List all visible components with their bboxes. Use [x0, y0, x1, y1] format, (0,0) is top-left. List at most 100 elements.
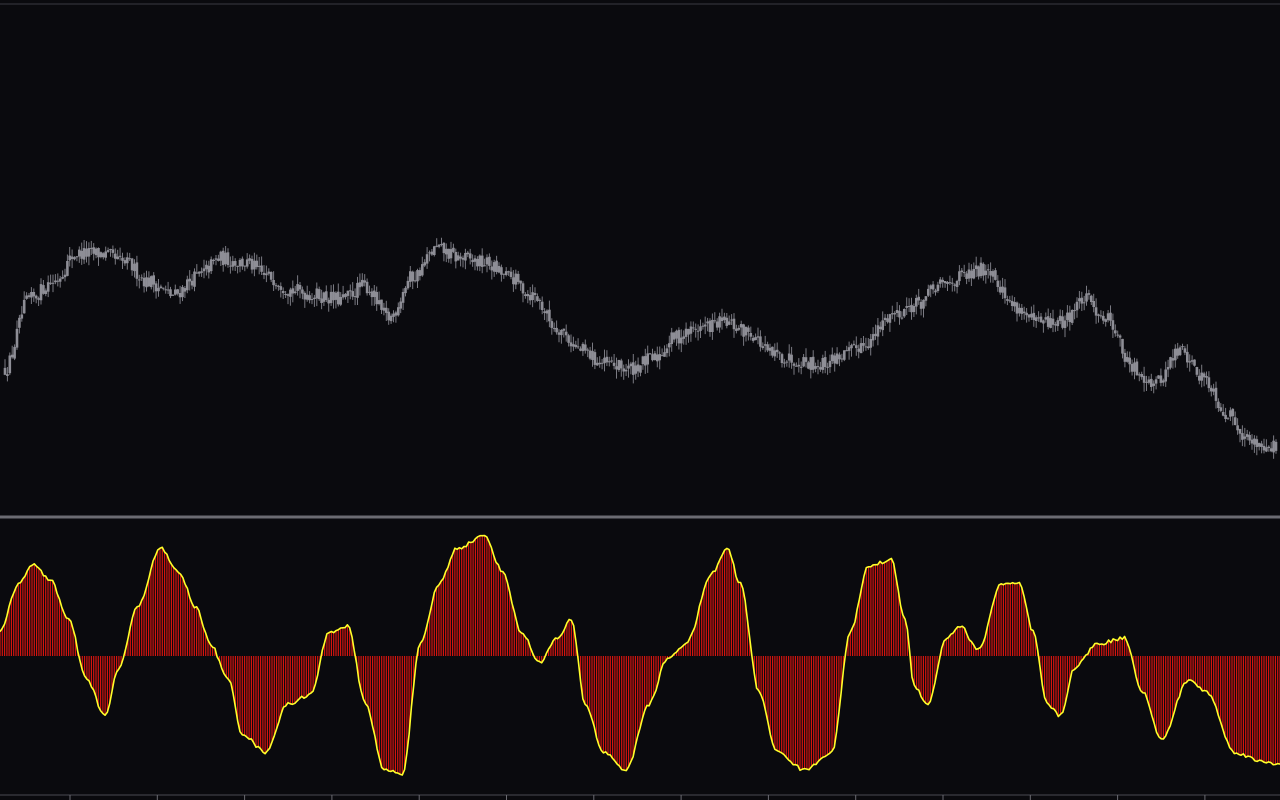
candle-body: [447, 248, 450, 259]
candle-body: [761, 346, 765, 348]
candle-body: [895, 310, 899, 313]
candle-body: [1257, 442, 1261, 447]
candle-body: [687, 329, 690, 335]
candle-body: [411, 271, 414, 282]
candle-body: [701, 325, 705, 327]
candle-body: [680, 337, 683, 344]
candle-body: [977, 266, 980, 277]
candle-body: [1073, 310, 1076, 312]
candle-body: [186, 279, 189, 291]
candle-body: [1032, 312, 1036, 320]
candle-body: [931, 284, 935, 290]
candle-body: [1241, 433, 1244, 440]
candle-body: [792, 363, 796, 366]
candle-body: [1037, 317, 1040, 319]
candle-body: [111, 249, 115, 253]
candle-body: [756, 336, 760, 338]
candle-body: [737, 327, 741, 330]
candle-body: [917, 296, 920, 301]
candle-body: [1013, 302, 1016, 307]
candle-body: [586, 349, 589, 351]
candle-body: [1066, 312, 1069, 321]
candle-body: [178, 293, 182, 298]
candle-body: [804, 357, 808, 362]
candle-body: [639, 365, 642, 373]
candle-body: [320, 298, 323, 303]
candle-body: [183, 288, 187, 292]
candle-body: [106, 250, 110, 252]
candle-body: [480, 255, 484, 267]
candle-body: [1210, 387, 1213, 392]
candle-body: [581, 343, 585, 352]
candle-body: [663, 352, 666, 357]
candle-body: [771, 346, 774, 356]
candle-body: [699, 326, 702, 331]
candle-body: [811, 356, 815, 370]
trading-chart-canvas[interactable]: [0, 0, 1280, 800]
candle-body: [946, 282, 949, 284]
candle-body: [1078, 298, 1081, 302]
candle-body: [1054, 324, 1057, 326]
candle-body: [922, 299, 925, 309]
candle-body: [850, 345, 853, 349]
candle-body: [1109, 312, 1112, 321]
candle-body: [116, 256, 119, 260]
candle-body: [452, 247, 455, 252]
candle-body: [265, 273, 268, 276]
candle-body: [600, 362, 604, 364]
candle-body: [1243, 436, 1247, 439]
candle-body: [126, 257, 129, 264]
candle-body: [1214, 387, 1218, 401]
candle-body: [831, 354, 834, 362]
candle-body: [1176, 348, 1179, 356]
candle-body: [1169, 357, 1172, 368]
candle-body: [514, 273, 518, 285]
candle-body: [133, 263, 136, 272]
candle-body: [744, 326, 748, 336]
candle-body: [958, 271, 961, 282]
candle-body: [778, 352, 781, 354]
candle-body: [871, 334, 875, 341]
candle-body: [1049, 318, 1052, 328]
candle-body: [63, 274, 67, 278]
candle-body: [1260, 443, 1263, 447]
candle-body: [1219, 407, 1223, 411]
candle-body: [821, 358, 825, 370]
candle-body: [176, 289, 179, 294]
candle-body: [766, 344, 769, 351]
candle-body: [509, 271, 513, 277]
candle-body: [507, 271, 510, 273]
candle-body: [195, 272, 199, 274]
candle-body: [310, 299, 314, 300]
candle-body: [1253, 438, 1256, 445]
candle-body: [790, 354, 793, 363]
candle-body: [241, 258, 244, 267]
candle-body: [1082, 302, 1086, 304]
candle-body: [888, 314, 892, 323]
candle-body: [466, 252, 470, 255]
candle-body: [68, 255, 71, 261]
candle-body: [845, 350, 848, 352]
candle-body: [51, 282, 55, 284]
candle-body: [1130, 363, 1134, 372]
candle-body: [1123, 352, 1127, 362]
candle-body: [1226, 417, 1230, 419]
candle-body: [32, 292, 36, 297]
candle-body: [1183, 348, 1187, 353]
candle-body: [1092, 301, 1095, 307]
candle-body: [1152, 383, 1155, 386]
candle-body: [181, 286, 184, 298]
candle-body: [473, 258, 477, 262]
candle-body: [512, 277, 515, 285]
candle-body: [1063, 320, 1067, 328]
candle-body: [538, 299, 542, 301]
candle-body: [579, 348, 582, 351]
candle-body: [66, 261, 69, 276]
candle-body: [147, 277, 151, 287]
candle-body: [835, 353, 839, 364]
candle-body: [430, 251, 434, 255]
candle-body: [289, 289, 292, 297]
candle-body: [1015, 302, 1019, 314]
candle-body: [552, 328, 556, 330]
candle-body: [814, 366, 817, 369]
